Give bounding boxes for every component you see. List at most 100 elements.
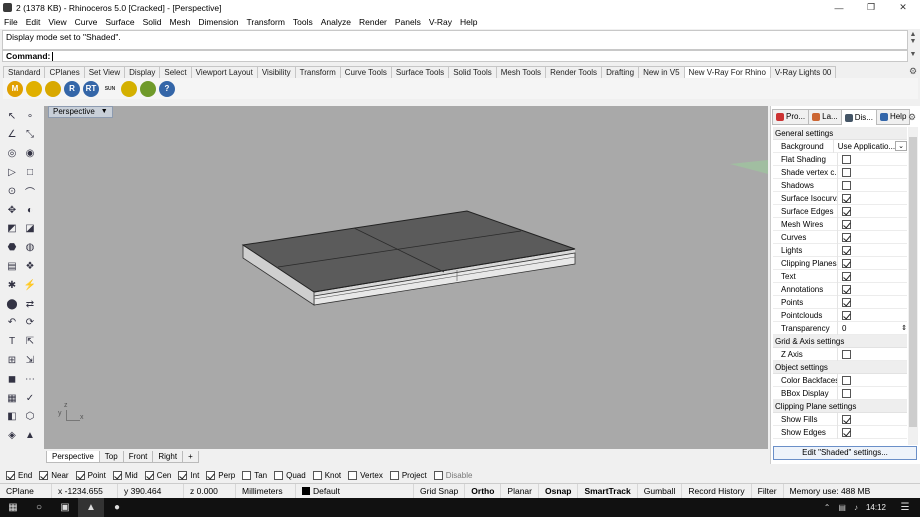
setting-checkbox[interactable] [842,414,851,424]
setting-checkbox[interactable] [842,271,851,281]
vray-material-icon[interactable] [45,80,61,97]
status-toggle-filter[interactable]: Filter [752,483,784,499]
menu-render[interactable]: Render [359,17,387,27]
revolve-tool-icon[interactable]: ◐ [22,203,38,217]
toolbar-tab-select[interactable]: Select [159,66,192,78]
panel-tab-la[interactable]: La... [808,109,842,125]
menu-panels[interactable]: Panels [395,17,421,27]
setting-checkbox[interactable] [842,167,851,177]
toolbar-tab-standard[interactable]: Standard [3,66,46,78]
osnap-cen[interactable]: Cen [144,470,171,480]
vray-m-icon[interactable]: M [7,80,23,97]
toolbar-tab-mesh-tools[interactable]: Mesh Tools [495,66,547,78]
setting-checkbox[interactable] [842,245,851,255]
vray-r-icon[interactable]: R [64,80,80,97]
panel-scrollbar[interactable] [908,127,918,445]
arc-tool-icon[interactable]: ◉ [22,147,38,161]
box-tool-icon[interactable]: ⬣ [4,241,20,255]
osnap-checkbox[interactable] [75,470,85,480]
vray-sun-icon[interactable]: SUN [102,81,118,97]
minimize-button[interactable]: — [824,0,854,15]
osnap-checkbox[interactable] [144,470,154,480]
osnap-checkbox[interactable] [433,470,443,480]
toolbar-tab-viewport-layout[interactable]: Viewport Layout [190,66,258,78]
viewport-tab-perspective[interactable]: Perspective [46,451,100,463]
menu-curve[interactable]: Curve [75,17,98,27]
osnap-checkbox[interactable] [206,470,216,480]
solid-tool-icon[interactable]: ⬤ [4,297,20,311]
status-toggle-ortho[interactable]: Ortho [465,483,502,499]
curve-tool-icon[interactable]: ⤡ [22,128,38,142]
setting-checkbox[interactable] [842,154,851,164]
osnap-point[interactable]: Point [75,470,106,480]
fillet-tool-icon[interactable]: ↶ [4,316,20,330]
toolbar-tab-new-in-v5[interactable]: New in V5 [638,66,685,78]
vray-dome-icon[interactable] [121,80,137,97]
vray-light-icon[interactable] [26,80,42,97]
boolean-tool-icon[interactable]: ❖ [22,259,38,273]
menu-help[interactable]: Help [460,17,477,27]
grid-tool-icon[interactable]: ▦ [4,391,20,405]
menu-mesh[interactable]: Mesh [170,17,191,27]
triangle-tool-icon[interactable]: ▷ [4,165,20,179]
setting-checkbox[interactable] [842,375,851,385]
setting-checkbox[interactable] [842,219,851,229]
tray-up-icon[interactable]: ⌃ [824,503,831,512]
extrude-tool-icon[interactable]: ◩ [4,222,20,236]
polygon-tool-icon[interactable]: ⬡ [22,410,38,424]
point-tool-icon[interactable]: ∘ [22,109,38,123]
menu-view[interactable]: View [48,17,66,27]
osnap-checkbox[interactable] [112,470,122,480]
menu-tools[interactable]: Tools [293,17,313,27]
menu-surface[interactable]: Surface [105,17,134,27]
check-tool-icon[interactable]: ✓ [22,391,38,405]
toolbar-tab-new-v-ray-for-rhino[interactable]: New V-Ray For Rhino [683,66,771,78]
vray-help-icon[interactable]: ? [159,80,175,97]
panel-options-icon[interactable]: ⚙ [908,112,916,123]
text-tool-icon[interactable]: T [4,335,20,349]
layer-display[interactable]: Default [296,483,414,499]
toolbar-tab-curve-tools[interactable]: Curve Tools [339,66,392,78]
task-view-icon[interactable]: ▣ [52,498,78,517]
transparency-input[interactable]: 0 [842,324,901,333]
toolbar-tab-solid-tools[interactable]: Solid Tools [448,66,497,78]
setting-checkbox[interactable] [842,349,851,359]
osnap-mid[interactable]: Mid [112,470,138,480]
cylinder-tool-icon[interactable]: ◍ [22,241,38,255]
menu-analyze[interactable]: Analyze [321,17,351,27]
osnap-quad[interactable]: Quad [274,470,306,480]
notifications-icon[interactable]: ☰ [892,498,918,517]
perspective-viewport[interactable]: Perspective ▼ z y x [44,106,768,449]
menu-edit[interactable]: Edit [26,17,41,27]
toolbar-tab-surface-tools[interactable]: Surface Tools [390,66,450,78]
polyline-tool-icon[interactable]: ∠ [4,128,20,142]
search-icon[interactable]: ○ [26,498,52,517]
osnap-checkbox[interactable] [312,470,322,480]
command-line[interactable]: Command: [2,50,908,62]
rectangle-tool-icon[interactable]: □ [22,165,38,179]
setting-checkbox[interactable] [842,297,851,307]
osnap-checkbox[interactable] [39,470,49,480]
command-scroll-icon[interactable]: ▼ [908,51,918,61]
setting-checkbox[interactable] [842,206,851,216]
history-scrollbar[interactable]: ▲ ▼ [908,31,918,49]
scale-tool-icon[interactable]: ⇱ [22,335,38,349]
toolbar-tab-cplanes[interactable]: CPlanes [44,66,85,78]
osnap-tan[interactable]: Tan [242,470,267,480]
status-toggle-gumball[interactable]: Gumball [638,483,683,499]
osnap-end[interactable]: End [6,470,32,480]
split-tool-icon[interactable]: ⚡ [22,278,38,292]
osnap-perp[interactable]: Perp [206,470,235,480]
edit-shaded-settings-button[interactable]: Edit "Shaded" settings... [773,446,917,460]
viewport-tab-right[interactable]: Right [152,451,184,463]
toolbar-tab-transform[interactable]: Transform [294,66,341,78]
rhino-taskbar-icon[interactable]: ▲ [78,498,104,517]
toolbar-tab-v-ray-lights-00[interactable]: V-Ray Lights 00 [769,66,837,78]
toolbar-tab-render-tools[interactable]: Render Tools [545,66,603,78]
osnap-vertex[interactable]: Vertex [348,470,383,480]
select-tool-icon[interactable]: ↖ [4,109,20,123]
menu-v-ray[interactable]: V-Ray [429,17,452,27]
viewport-tab-top[interactable]: Top [98,451,124,463]
vray-options-icon[interactable] [140,80,156,97]
maximize-button[interactable]: ❐ [856,0,886,15]
